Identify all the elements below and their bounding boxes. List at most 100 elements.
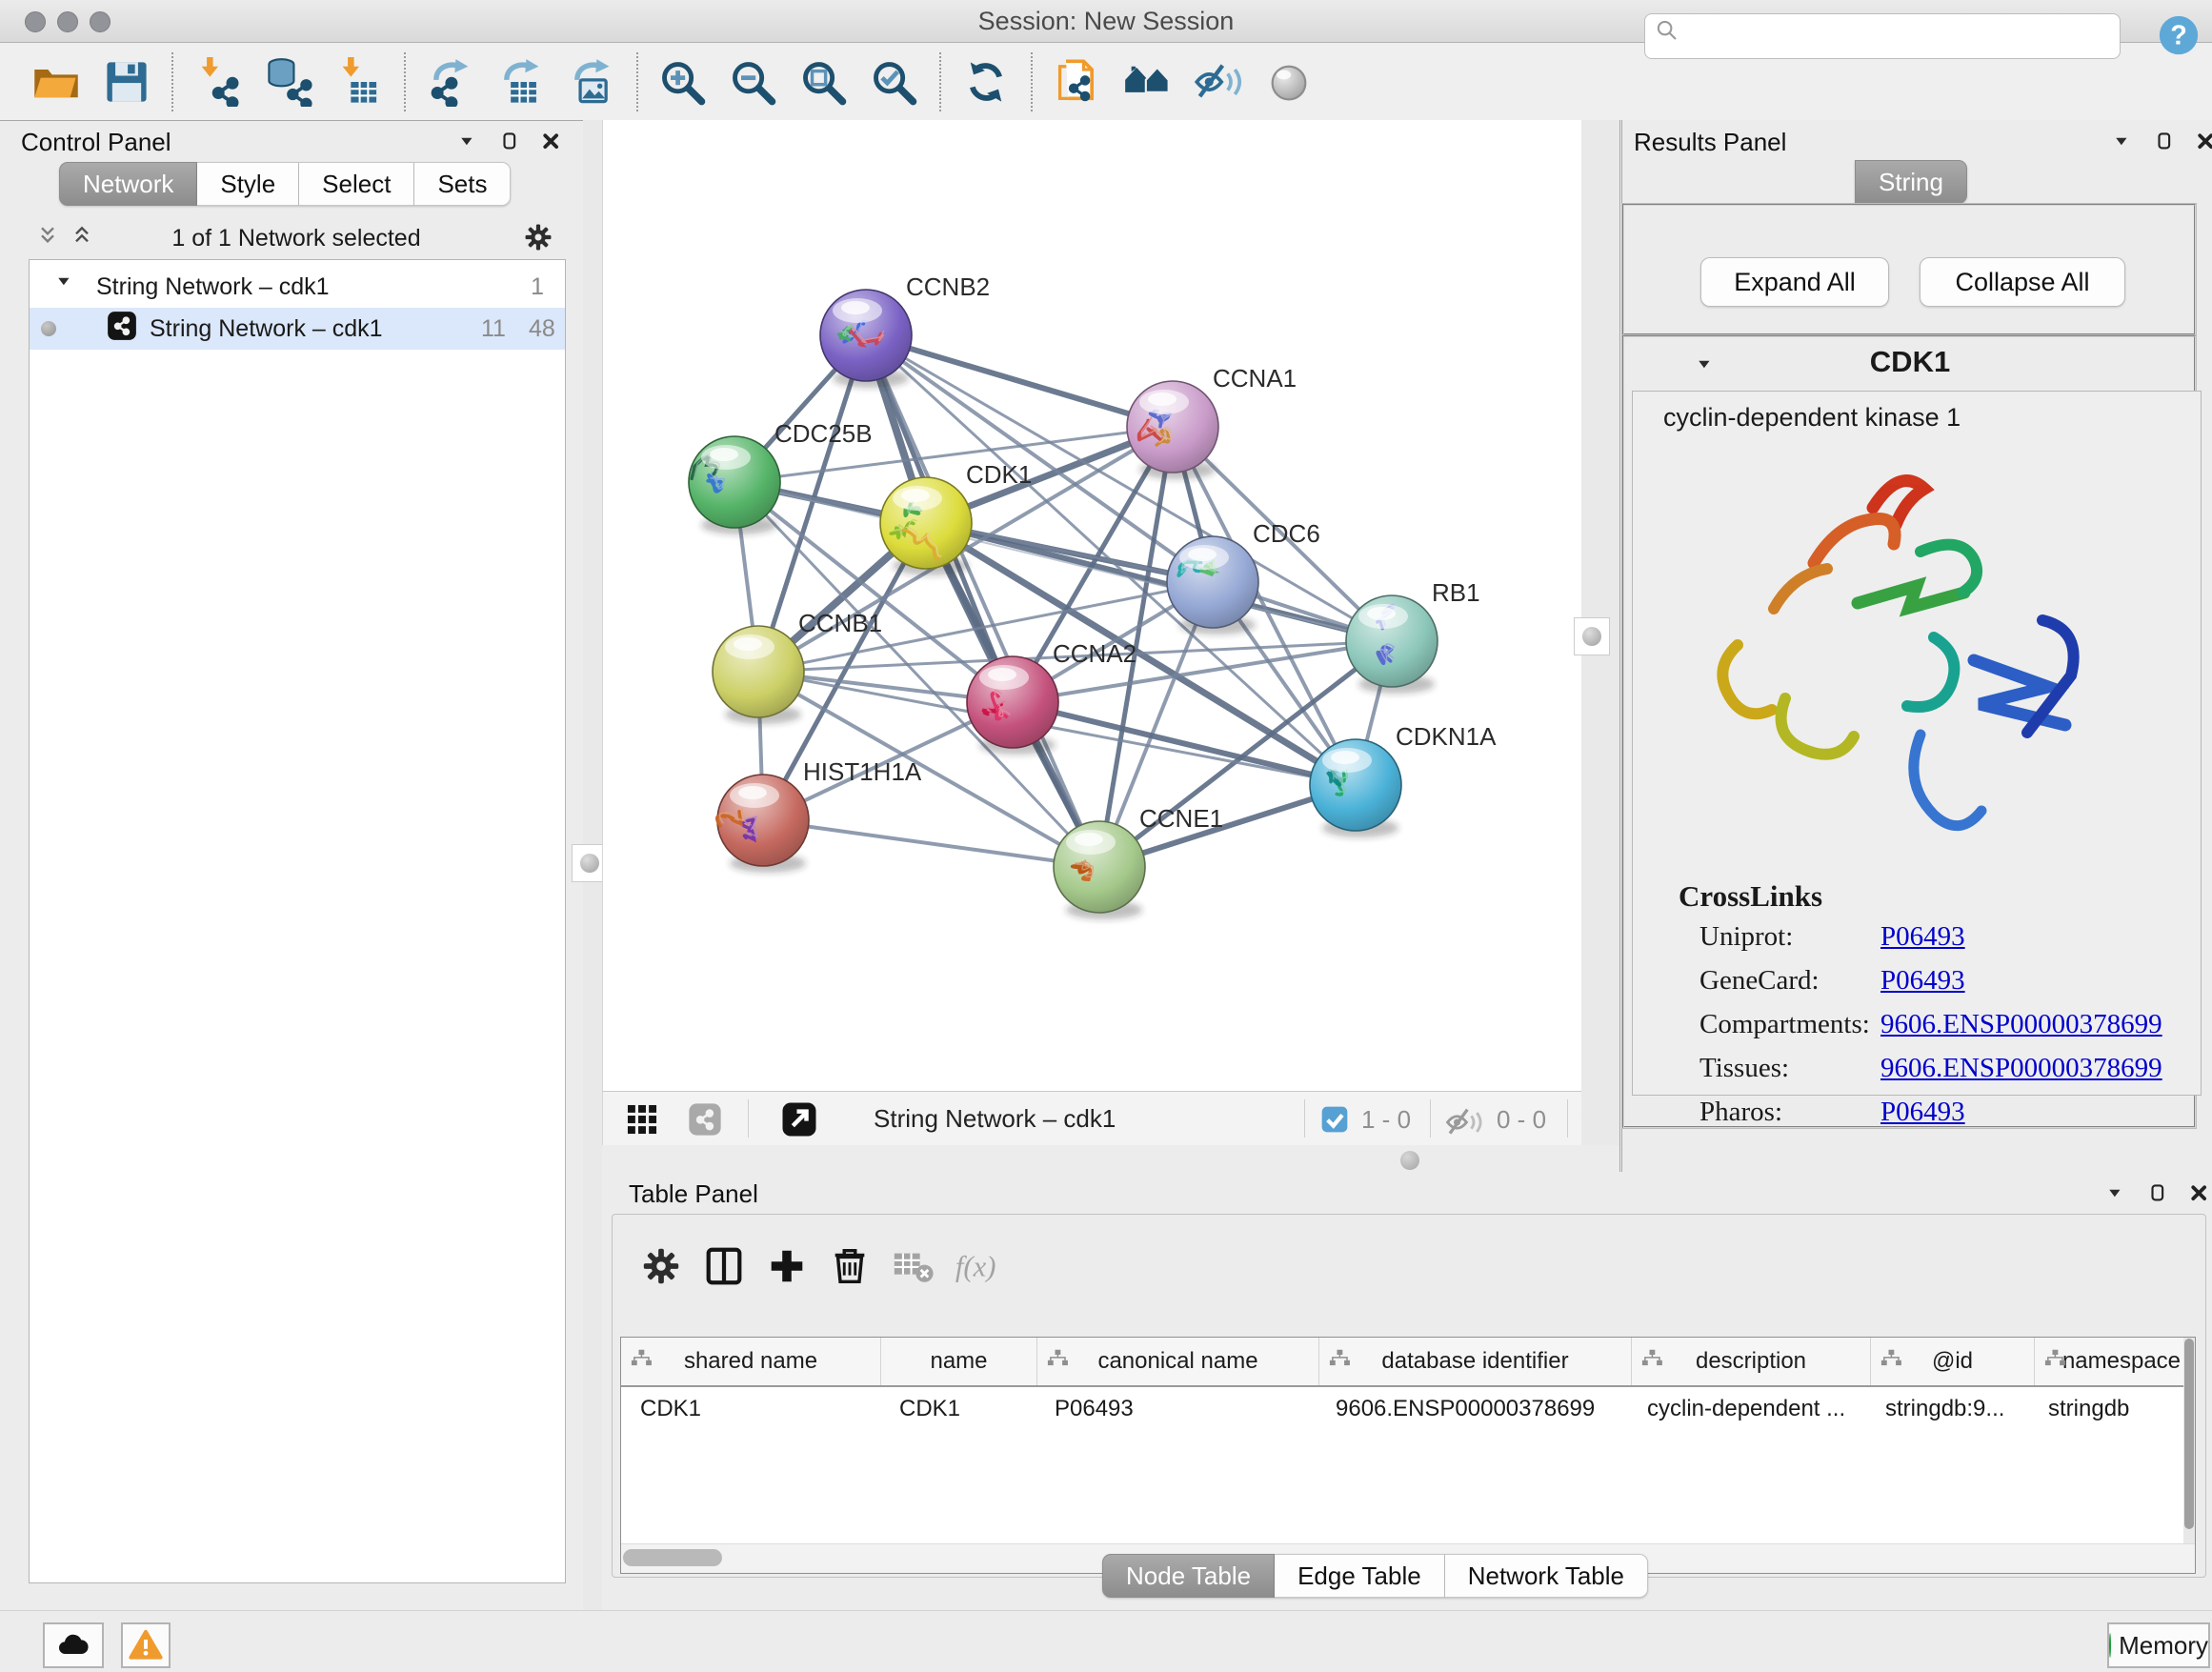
hide-panels-button[interactable] xyxy=(1189,54,1248,110)
node-label-CCNA1: CCNA1 xyxy=(1213,364,1297,393)
zoom-out-button[interactable] xyxy=(724,54,783,110)
network-status-dot xyxy=(41,321,56,336)
import-network-database-button[interactable] xyxy=(259,54,318,110)
crosslink-link[interactable]: P06493 xyxy=(1880,965,1965,997)
table-row[interactable]: CDK1CDK1P064939606.ENSP00000378699cyclin… xyxy=(621,1387,2195,1431)
gene-name: CDK1 xyxy=(1767,345,2053,379)
network-row[interactable]: String Network – cdk1 11 48 xyxy=(30,308,565,350)
search-input[interactable] xyxy=(1687,16,2120,56)
tab-style[interactable]: Style xyxy=(197,162,299,206)
refresh-button[interactable] xyxy=(956,54,1016,110)
collection-expander-icon[interactable] xyxy=(52,270,81,305)
node-HIST1H1A[interactable]: HIST1H1A xyxy=(717,757,922,873)
column-header-id[interactable]: @id xyxy=(1871,1338,2035,1385)
expand-all-button[interactable]: Expand All xyxy=(1700,257,1889,307)
show-panel-button[interactable] xyxy=(1259,54,1318,110)
control-panel-title: Control Panel xyxy=(21,128,171,157)
node-CDK1[interactable]: CDK1 xyxy=(880,460,1032,575)
help-button[interactable]: ? xyxy=(2157,13,2201,62)
grid-view-icon[interactable] xyxy=(624,1101,660,1142)
gear-icon[interactable] xyxy=(522,221,554,258)
home-pages-button[interactable] xyxy=(1118,54,1177,110)
protein-structure-image xyxy=(1671,449,2166,868)
import-table-button[interactable] xyxy=(330,54,389,110)
crosslink-link[interactable]: P06493 xyxy=(1880,1097,1965,1128)
tab-select[interactable]: Select xyxy=(299,162,414,206)
add-column-button[interactable] xyxy=(755,1236,818,1297)
column-header-description[interactable]: description xyxy=(1632,1338,1871,1385)
network-canvas[interactable]: CCNB2CCNA1CDC25BCDK1CDC6RB1CCNB1CCNA2CDK… xyxy=(602,120,1583,1091)
crosslink-link[interactable]: 9606.ENSP00000378699 xyxy=(1880,1053,2162,1084)
column-header-name[interactable]: name xyxy=(881,1338,1037,1385)
column-header-sharedname[interactable]: shared name xyxy=(621,1338,881,1385)
open-folder-button[interactable] xyxy=(27,54,86,110)
network-status-bar: String Network – cdk1 1 - 0 0 - 0 xyxy=(602,1091,1583,1146)
results-panel-tab-string[interactable]: String xyxy=(1855,160,1967,204)
node-label-HIST1H1A: HIST1H1A xyxy=(803,757,922,786)
zoom-in-button[interactable] xyxy=(654,54,713,110)
table-panel-menu-icon[interactable] xyxy=(2103,1181,2132,1215)
table-panel: Table Panel f(x) shared namenamecanonica… xyxy=(602,1172,2212,1610)
document-share-button[interactable] xyxy=(1048,54,1107,110)
crosslink-link[interactable]: 9606.ENSP00000378699 xyxy=(1880,1009,2162,1040)
column-header-canonicalname[interactable]: canonical name xyxy=(1037,1338,1319,1385)
column-header-namespace[interactable]: namespace xyxy=(2035,1338,2196,1385)
export-table-button[interactable] xyxy=(492,54,551,110)
table-settings-button[interactable] xyxy=(630,1236,693,1297)
right-splitter-handle[interactable] xyxy=(1574,617,1610,655)
control-panel-menu-icon[interactable] xyxy=(455,130,484,163)
node-table[interactable]: shared namenamecanonical namedatabase id… xyxy=(620,1337,2196,1574)
crosslink-row-uniprot: Uniprot: P06493 xyxy=(1699,921,2176,965)
node-RB1[interactable]: RB1 xyxy=(1346,578,1480,694)
tab-edge-table[interactable]: Edge Table xyxy=(1275,1554,1445,1598)
tab-network-table[interactable]: Network Table xyxy=(1445,1554,1648,1598)
delete-column-button[interactable] xyxy=(818,1236,881,1297)
warnings-button[interactable] xyxy=(121,1622,171,1668)
collapse-all-button[interactable]: Collapse All xyxy=(1920,257,2125,307)
network-share-icon[interactable] xyxy=(687,1101,723,1142)
table-vertical-scrollbar[interactable] xyxy=(2183,1338,2195,1543)
bottom-splitter-handle[interactable] xyxy=(1400,1151,1419,1170)
memory-button[interactable]: Memory xyxy=(2107,1622,2210,1668)
cloud-button[interactable] xyxy=(43,1622,104,1668)
search-box[interactable] xyxy=(1644,13,2121,59)
results-panel-menu-icon[interactable] xyxy=(2110,130,2139,163)
table-panel-close-icon[interactable] xyxy=(2187,1181,2212,1215)
table-panel-float-icon[interactable] xyxy=(2145,1181,2174,1215)
collection-count: 1 xyxy=(531,273,544,301)
tab-sets[interactable]: Sets xyxy=(414,162,511,206)
table-cell: cyclin-dependent ... xyxy=(1628,1387,1866,1431)
minimize-window-button[interactable] xyxy=(57,11,78,32)
gene-expander-icon[interactable] xyxy=(1693,353,1721,386)
control-panel-float-icon[interactable] xyxy=(497,130,526,163)
results-panel-close-icon[interactable] xyxy=(2194,130,2212,163)
export-image-button[interactable] xyxy=(562,54,621,110)
results-panel-float-icon[interactable] xyxy=(2152,130,2181,163)
node-CDKN1A[interactable]: CDKN1A xyxy=(1310,722,1497,837)
edge-CCNB2-CCNE1[interactable] xyxy=(866,335,1099,867)
selection-checkbox-icon[interactable] xyxy=(1319,1104,1350,1139)
save-session-button[interactable] xyxy=(97,54,156,110)
import-network-file-button[interactable] xyxy=(189,54,248,110)
close-window-button[interactable] xyxy=(25,11,46,32)
network-collection-row[interactable]: String Network – cdk1 1 xyxy=(30,266,565,308)
column-header-databaseidentifier[interactable]: database identifier xyxy=(1319,1338,1632,1385)
zoom-selected-button[interactable] xyxy=(865,54,924,110)
tab-network[interactable]: Network xyxy=(59,162,197,206)
toolbar-separator xyxy=(404,52,406,111)
tab-node-table[interactable]: Node Table xyxy=(1102,1554,1275,1598)
search-icon xyxy=(1645,18,1687,55)
edge-CCNB2-CCNA1[interactable] xyxy=(866,335,1173,427)
status-bar: Memory xyxy=(0,1610,2212,1672)
control-panel: Control Panel NetworkStyleSelectSets 1 o… xyxy=(0,120,584,1610)
crosslink-link[interactable]: P06493 xyxy=(1880,921,1965,953)
open-in-window-icon[interactable] xyxy=(780,1100,818,1143)
node-CCNA1[interactable]: CCNA1 xyxy=(1127,364,1297,479)
show-columns-button[interactable] xyxy=(693,1236,755,1297)
export-network-button[interactable] xyxy=(421,54,480,110)
zoom-window-button[interactable] xyxy=(90,11,111,32)
edge-CCNE1-HIST1H1A[interactable] xyxy=(763,820,1099,867)
control-panel-close-icon[interactable] xyxy=(539,130,568,163)
crosslink-row-tissues: Tissues: 9606.ENSP00000378699 xyxy=(1699,1053,2176,1097)
zoom-fit-button[interactable] xyxy=(794,54,854,110)
